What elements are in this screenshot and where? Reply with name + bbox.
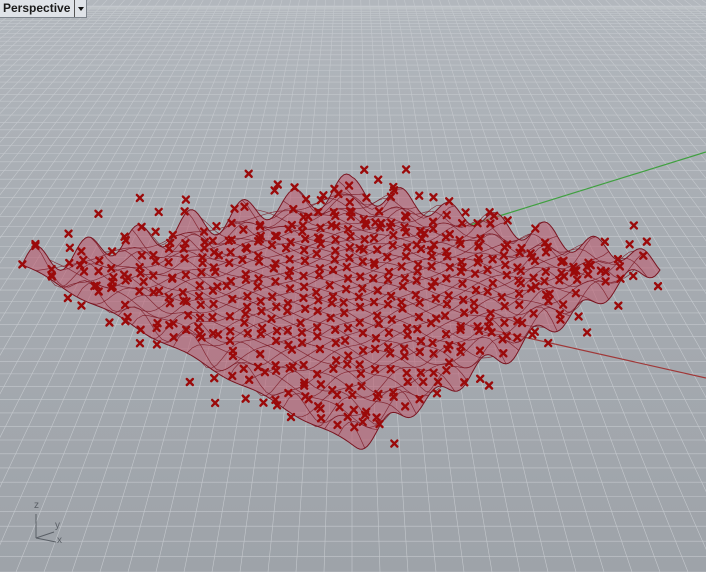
perspective-viewport[interactable]: Perspective z y x [0, 0, 706, 572]
x-axis-label: x [57, 535, 62, 546]
viewport-title-tab[interactable]: Perspective [0, 0, 88, 18]
dropdown-triangle-icon[interactable] [74, 0, 86, 17]
y-axis-label: y [55, 520, 60, 531]
z-axis-label: z [34, 500, 39, 511]
3d-scene[interactable] [0, 0, 706, 572]
viewport-title[interactable]: Perspective [0, 0, 74, 17]
